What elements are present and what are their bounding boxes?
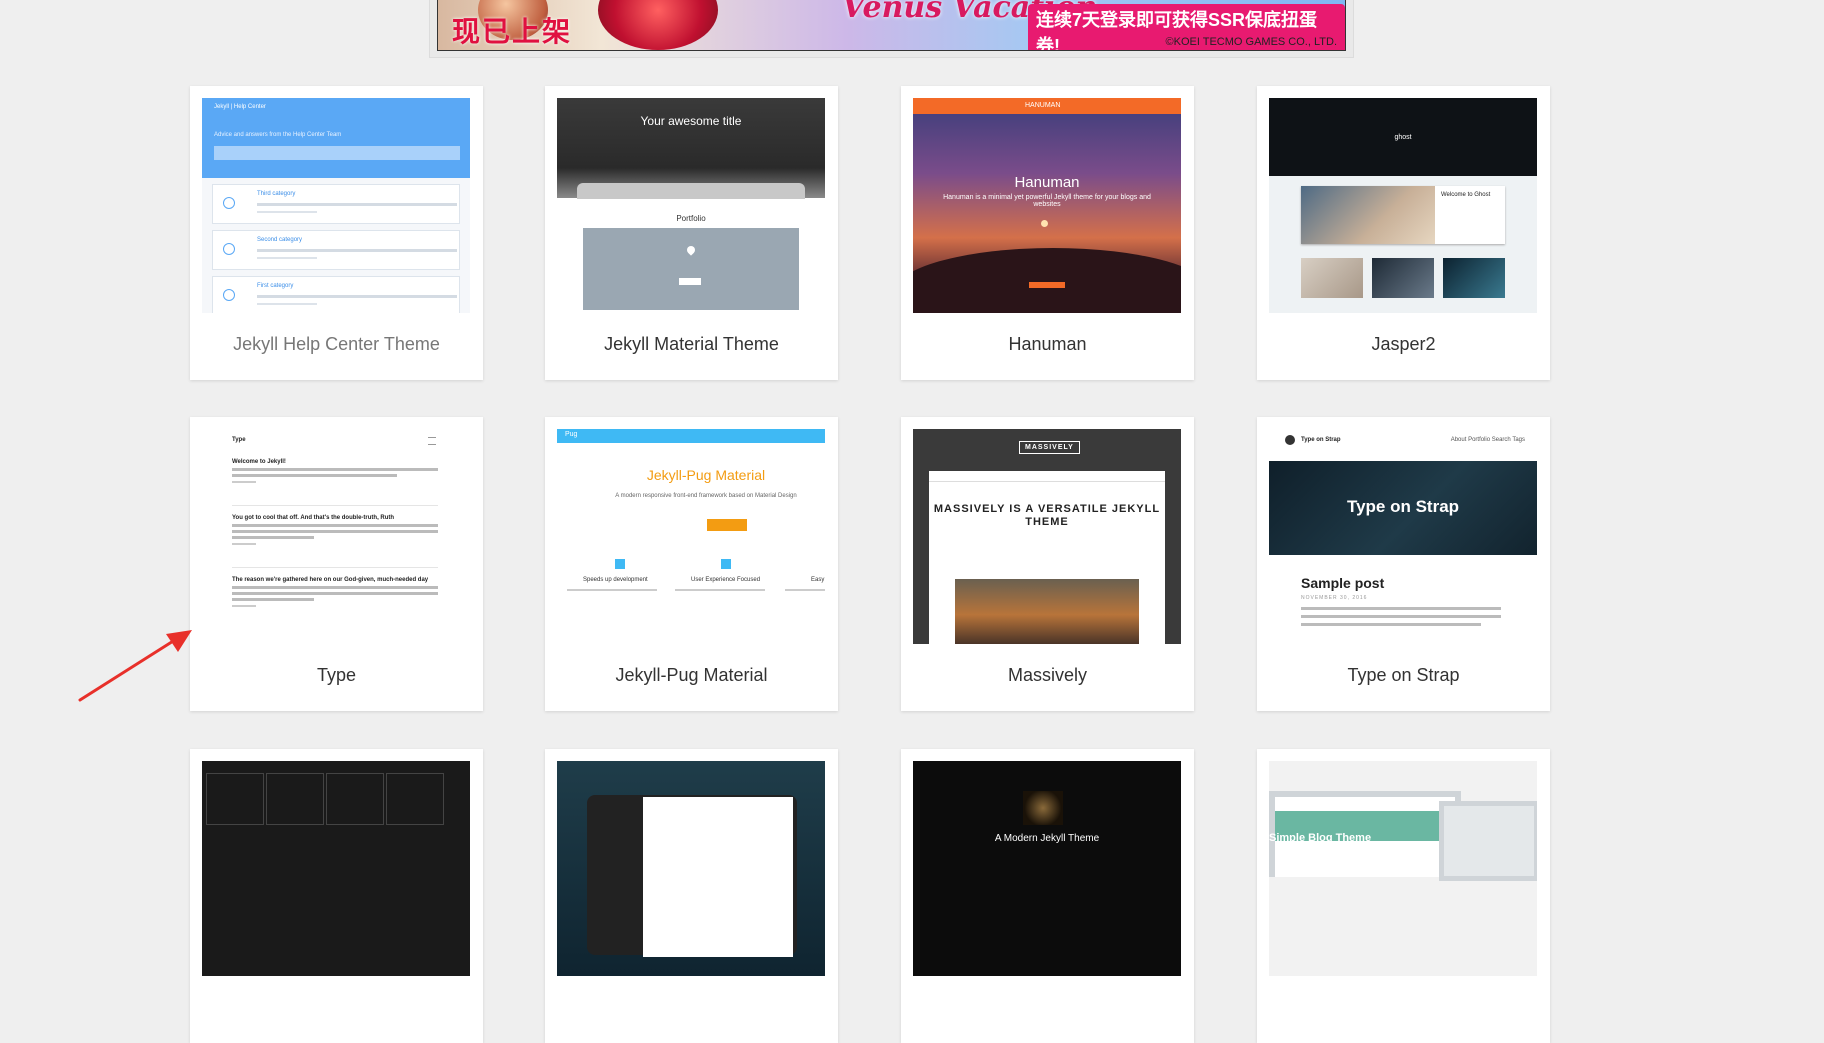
thumb-post-date: NOVEMBER 30, 2016 xyxy=(1301,595,1368,601)
thumb-category: First category xyxy=(257,283,294,289)
thumb-feature: Speeds up development xyxy=(583,577,648,583)
banner-copyright: ©KOEI TECMO GAMES CO., LTD. xyxy=(1165,36,1338,48)
thumb-nav: About Portfolio Search Tags xyxy=(1450,437,1525,443)
thumb-feature: Easy xyxy=(811,577,825,583)
thumb-brand: Type xyxy=(232,437,246,443)
theme-card-row3-2[interactable] xyxy=(545,749,838,1043)
sun-shape xyxy=(1041,220,1048,227)
post-image xyxy=(1372,258,1434,298)
theme-card-jasper2[interactable]: ghost Welcome to Ghost Jasper2 xyxy=(1257,86,1550,380)
map-pin-icon xyxy=(685,244,697,256)
gear-icon xyxy=(223,243,235,255)
theme-title[interactable]: Jekyll Material Theme xyxy=(545,334,838,355)
thumb-hero-title: A Modern Jekyll Theme xyxy=(994,833,1100,844)
robot-image xyxy=(1023,791,1063,825)
thumb-post-title: Welcome to Jekyll! xyxy=(232,459,286,465)
theme-card-jekyll-help-center[interactable]: Jekyll | Help Center Advice and answers … xyxy=(190,86,483,380)
triangle-logo-icon xyxy=(1285,435,1295,445)
theme-thumbnail[interactable]: HANUMAN Hanuman Hanuman is a minimal yet… xyxy=(913,98,1181,313)
thumb-feature: User Experience Focused xyxy=(691,577,761,583)
theme-thumbnail[interactable]: Your awesome title Portfolio xyxy=(557,98,825,313)
theme-card-type[interactable]: Type Welcome to Jekyll! You got to cool … xyxy=(190,417,483,711)
theme-title[interactable]: Type xyxy=(190,665,483,686)
thumb-post-title: You got to cool that off. And that's the… xyxy=(232,515,395,521)
theme-thumbnail[interactable]: ghost Welcome to Ghost xyxy=(1269,98,1537,313)
thumb-brand: Type on Strap xyxy=(1301,437,1341,443)
thumb-post-title: Sample post xyxy=(1301,575,1385,591)
screen-image xyxy=(643,797,793,957)
thumb-section-title: Portfolio xyxy=(676,214,706,223)
thumb-hero-title: Hanuman xyxy=(1014,174,1080,191)
thumb-nav xyxy=(929,471,1165,482)
thumb-hero-subtitle: A modern responsive front-end framework … xyxy=(615,493,797,499)
theme-thumbnail[interactable] xyxy=(202,761,470,976)
forest-image xyxy=(955,579,1139,644)
banner-image[interactable]: 现已上架 Venus Vacation 连续7天登录即可获得SSR保底扭蛋券! … xyxy=(437,0,1346,51)
theme-thumbnail[interactable]: A Modern Jekyll Theme xyxy=(913,761,1181,976)
banner-character-art-2 xyxy=(598,0,718,50)
banner-release-text: 现已上架 xyxy=(452,16,573,47)
theme-card-type-on-strap[interactable]: Type on Strap About Portfolio Search Tag… xyxy=(1257,417,1550,711)
thumb-hero-title: Jekyll-Pug Material xyxy=(646,467,766,483)
theme-thumbnail[interactable]: MASSIVELY MASSIVELY IS A VERSATILE JEKYL… xyxy=(913,429,1181,644)
theme-thumbnail[interactable] xyxy=(557,761,825,976)
thumb-subtitle: Advice and answers from the Help Center … xyxy=(214,132,342,138)
thumb-hero-title: MASSIVELY IS A VERSATILE JEKYLL THEME xyxy=(933,503,1161,528)
thumb-hero-title: Simple Blog Theme xyxy=(1269,832,1372,844)
theme-title[interactable]: Jasper2 xyxy=(1257,334,1550,355)
theme-thumbnail[interactable]: Pug Jekyll-Pug Material A modern respons… xyxy=(557,429,825,644)
theme-title[interactable]: Jekyll Help Center Theme xyxy=(190,334,483,355)
users-icon xyxy=(721,559,731,569)
thumb-search-bar xyxy=(214,146,460,160)
feature-image xyxy=(1301,186,1435,244)
theme-card-jekyll-pug-material[interactable]: Pug Jekyll-Pug Material A modern respons… xyxy=(545,417,838,711)
theme-title[interactable]: Type on Strap xyxy=(1257,665,1550,686)
thumb-hero-title: Type on Strap xyxy=(1346,497,1460,516)
theme-title[interactable]: Jekyll-Pug Material xyxy=(545,665,838,686)
thumb-post-title: Welcome to Ghost xyxy=(1441,192,1491,198)
thumb-read-more xyxy=(1029,282,1065,288)
thumb-brand: Pug xyxy=(565,431,578,438)
laptop-image xyxy=(577,183,805,199)
thumb-brand: HANUMAN xyxy=(1025,102,1061,109)
theme-thumbnail[interactable]: Type on Strap About Portfolio Search Tag… xyxy=(1269,429,1537,644)
post-image xyxy=(1443,258,1505,298)
theme-card-hanuman[interactable]: HANUMAN Hanuman Hanuman is a minimal yet… xyxy=(901,86,1194,380)
thumb-category: Second category xyxy=(257,237,303,243)
thumb-hero-subtitle: Hanuman is a minimal yet powerful Jekyll… xyxy=(943,194,1151,208)
theme-title[interactable]: Massively xyxy=(901,665,1194,686)
theme-thumbnail[interactable]: Simple Blog Theme xyxy=(1269,761,1537,976)
menu-icon xyxy=(428,437,436,445)
thumb-brand: MASSIVELY xyxy=(1019,441,1080,454)
theme-title[interactable]: Hanuman xyxy=(901,334,1194,355)
thumb-brand: ghost xyxy=(1394,134,1412,141)
question-icon xyxy=(223,197,235,209)
thumb-hero-title: Your awesome title xyxy=(640,114,742,128)
thumb-post-title: The reason we're gathered here on our Go… xyxy=(232,577,429,583)
advertisement-banner[interactable]: 现已上架 Venus Vacation 连续7天登录即可获得SSR保底扭蛋券! … xyxy=(429,0,1354,58)
tablet-image xyxy=(1439,801,1537,881)
bolt-icon xyxy=(615,559,625,569)
landscape-silhouette xyxy=(913,248,1181,313)
thumb-cta-button xyxy=(707,519,747,531)
theme-card-row3-4[interactable]: Simple Blog Theme xyxy=(1257,749,1550,1043)
annotation-arrow-icon xyxy=(78,630,192,702)
thumb-category: Third category xyxy=(257,191,296,197)
theme-thumbnail[interactable]: Type Welcome to Jekyll! You got to cool … xyxy=(202,429,470,644)
theme-card-jekyll-material[interactable]: Your awesome title Portfolio Jekyll Mate… xyxy=(545,86,838,380)
theme-card-row3-3[interactable]: A Modern Jekyll Theme xyxy=(901,749,1194,1043)
thumb-brand: Jekyll | Help Center xyxy=(214,104,266,110)
theme-card-row3-1[interactable] xyxy=(190,749,483,1043)
theme-thumbnail[interactable]: Jekyll | Help Center Advice and answers … xyxy=(202,98,470,313)
card-icon xyxy=(223,289,235,301)
post-image xyxy=(1301,258,1363,298)
theme-card-massively[interactable]: MASSIVELY MASSIVELY IS A VERSATILE JEKYL… xyxy=(901,417,1194,711)
